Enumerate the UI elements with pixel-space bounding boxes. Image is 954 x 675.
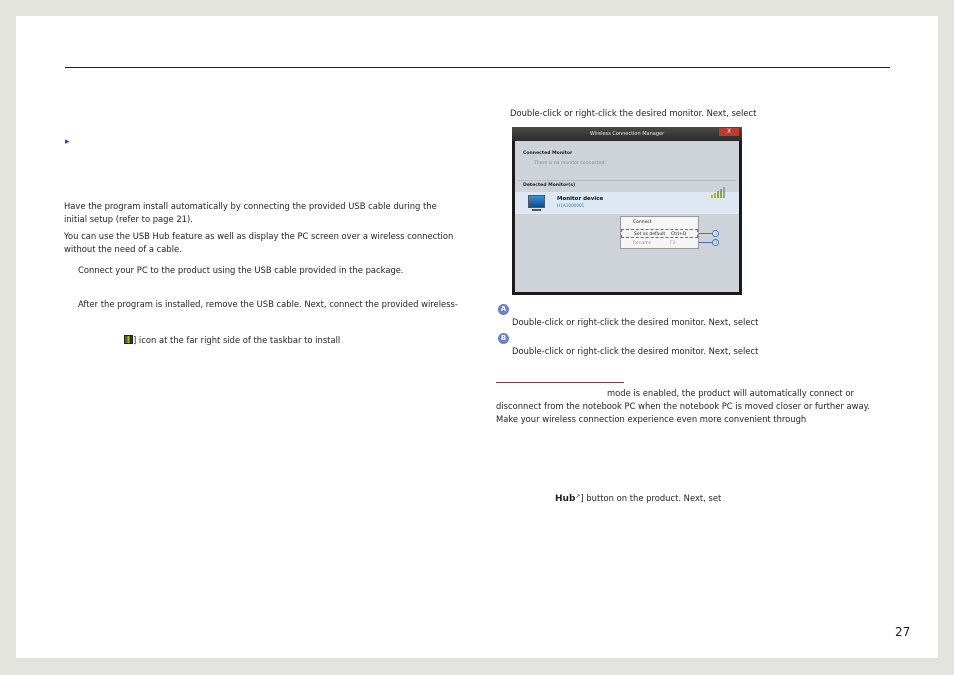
note-rule	[496, 382, 624, 383]
set-default-shortcut: Ctrl+D	[671, 232, 687, 237]
detected-device-row: Monitor device H1A1000001	[515, 187, 739, 214]
monitor-stand-icon	[532, 209, 541, 211]
usb-hub-paragraph: You can use the USB Hub feature as well …	[64, 231, 454, 254]
desc-a-text: Double-click or right-click the desired …	[512, 317, 759, 327]
callout-line-b	[699, 242, 712, 243]
window-close-icon: X	[719, 128, 739, 136]
menu-item-set-default: Set as default Ctrl+D	[621, 229, 698, 238]
window-body: Connected Monitor There is no monitor co…	[515, 141, 739, 292]
monitor-icon	[528, 195, 545, 208]
manual-page: ▸ Have the program install automatically…	[16, 16, 938, 658]
step-taskbar-text: ] icon at the far right side of the task…	[133, 335, 341, 345]
note-line-3: Make your wireless connection experience…	[496, 414, 807, 424]
device-name: Monitor device	[557, 196, 604, 202]
step-remove-usb: After the program is installed, remove t…	[78, 299, 458, 309]
note-line-2: disconnect from the notebook PC when the…	[496, 401, 871, 411]
callout-b: B	[712, 239, 719, 246]
callout-a: A	[712, 230, 719, 237]
wireless-manager-screenshot: Wireless Connection Manager X Connected …	[512, 127, 742, 295]
set-default-label: Set as default	[634, 232, 666, 237]
device-id: H1A1000001	[557, 203, 585, 208]
taskbar-program-icon	[124, 335, 133, 344]
note-line-1: mode is enabled, the product will automa…	[607, 388, 854, 398]
menu-item-rename: Rename F2	[621, 239, 698, 248]
rename-label: Rename	[633, 241, 652, 246]
desc-b-text: Double-click or right-click the desired …	[512, 346, 759, 356]
no-monitor-text: There is no monitor connected.	[534, 161, 606, 166]
hub-button-text: ] button on the product. Next, set	[580, 493, 722, 503]
window-title: Wireless Connection Manager	[512, 127, 742, 141]
menu-item-connect: Connect	[633, 220, 652, 225]
page-number: 27	[895, 625, 911, 639]
label-b-badge: B	[498, 333, 509, 344]
step-taskbar-icon: ] icon at the far right side of the task…	[124, 334, 340, 347]
hub-button-step: Hub↗] button on the product. Next, set	[555, 490, 721, 506]
detected-monitors-heading: Detected Monitor(s)	[523, 183, 576, 188]
header-rule	[65, 67, 890, 68]
context-menu: Connect Set as default Ctrl+D Rename F2	[620, 216, 699, 249]
auto-install-paragraph: Have the program install automatically b…	[64, 201, 437, 224]
callout-line-a	[699, 233, 712, 234]
connected-monitor-heading: Connected Monitor	[523, 151, 573, 156]
label-a-badge: A	[498, 304, 509, 315]
rename-shortcut: F2	[670, 241, 676, 246]
section-bullet-icon: ▸	[65, 137, 70, 147]
right-intro-text: Double-click or right-click the desired …	[510, 108, 757, 118]
window-divider	[518, 180, 736, 181]
step-connect-usb: Connect your PC to the product using the…	[78, 265, 404, 275]
hub-button-icon: Hub	[555, 494, 576, 504]
